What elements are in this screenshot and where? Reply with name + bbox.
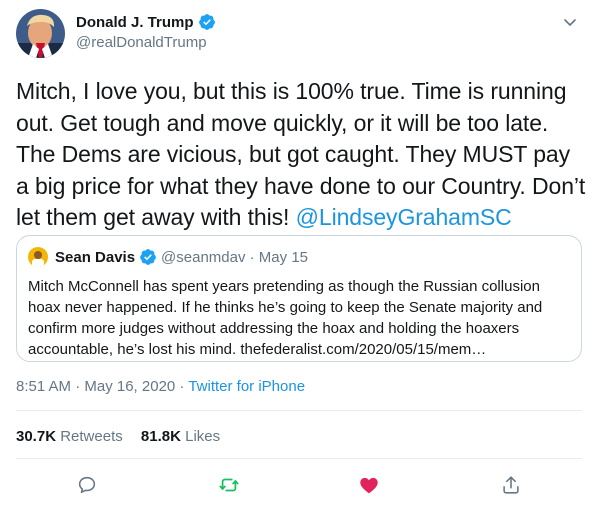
quoted-meta: @seanmdav · May 15: [161, 248, 308, 266]
timestamp[interactable]: 8:51 AM · May 16, 2020 ·: [16, 378, 188, 395]
retweet-icon[interactable]: [218, 474, 240, 496]
tweet-text: Mitch, I love you, but this is 100% true…: [16, 76, 586, 234]
verified-badge-icon: [198, 13, 216, 31]
author-handle[interactable]: @realDonaldTrump: [76, 34, 207, 51]
author-name[interactable]: Donald J. Trump: [76, 14, 194, 31]
engagement-stats: 30.7K Retweets 81.8K Likes: [16, 428, 234, 445]
retweets-count: 30.7K: [16, 428, 57, 445]
likes-label: Likes: [185, 428, 221, 445]
quoted-author-avatar: [28, 247, 48, 267]
quoted-text: Mitch McConnell has spent years pretendi…: [28, 278, 543, 358]
mention-link[interactable]: @LindseyGrahamSC: [296, 204, 512, 230]
divider: [16, 458, 582, 459]
divider: [16, 410, 582, 411]
author-avatar[interactable]: [16, 9, 65, 58]
share-icon[interactable]: [500, 474, 522, 496]
quoted-author-name: Sean Davis: [55, 248, 136, 266]
action-bar: [0, 474, 598, 498]
quoted-tweet-card[interactable]: Sean Davis @seanmdav · May 15 Mitch McCo…: [16, 235, 582, 362]
source-link[interactable]: Twitter for iPhone: [188, 378, 305, 395]
likes-count: 81.8K: [140, 428, 181, 445]
verified-badge-icon: [139, 248, 157, 266]
author-name-row[interactable]: Donald J. Trump: [76, 13, 216, 31]
chevron-down-icon[interactable]: [562, 14, 578, 30]
quoted-header: Sean Davis @seanmdav · May 15: [55, 248, 308, 266]
likes-stat[interactable]: 81.8K Likes: [141, 428, 220, 445]
retweets-label: Retweets: [60, 428, 123, 445]
like-icon[interactable]: [358, 474, 380, 496]
tweet-meta: 8:51 AM · May 16, 2020 · Twitter for iPh…: [16, 378, 305, 395]
reply-icon[interactable]: [76, 474, 98, 496]
retweets-stat[interactable]: 30.7K Retweets: [16, 428, 123, 445]
